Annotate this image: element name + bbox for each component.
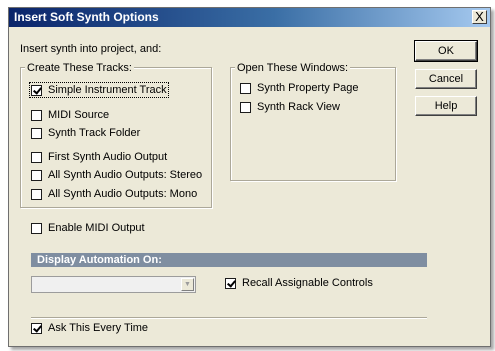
- checkbox-label: Ask This Every Time: [48, 322, 149, 334]
- checkbox-label: Simple Instrument Track: [48, 84, 167, 96]
- window-title: Insert Soft Synth Options: [14, 10, 159, 24]
- checkbox-recall-assignable-controls[interactable]: Recall Assignable Controls: [225, 277, 373, 289]
- checkbox-all-outputs-stereo[interactable]: All Synth Audio Outputs: Stereo: [31, 169, 202, 181]
- checkbox-box[interactable]: [31, 151, 42, 163]
- checkbox-first-synth-audio-output[interactable]: First Synth Audio Output: [31, 151, 167, 163]
- close-button[interactable]: X: [472, 10, 487, 24]
- checkbox-box[interactable]: [31, 84, 42, 96]
- checkbox-label: MIDI Source: [48, 109, 110, 121]
- help-button[interactable]: Help: [415, 96, 477, 116]
- checkbox-box[interactable]: [240, 101, 251, 113]
- checkbox-label: Synth Track Folder: [48, 127, 141, 139]
- checkbox-box[interactable]: [240, 82, 251, 94]
- checkbox-box[interactable]: [31, 188, 42, 200]
- checkbox-box[interactable]: [31, 169, 42, 181]
- open-windows-label: Open These Windows:: [235, 62, 351, 74]
- checkbox-label: First Synth Audio Output: [48, 151, 168, 163]
- close-icon: X: [475, 9, 484, 24]
- checkbox-synth-rack-view[interactable]: Synth Rack View: [240, 101, 340, 113]
- checkbox-label: Synth Property Page: [257, 82, 359, 94]
- checkbox-synth-track-folder[interactable]: Synth Track Folder: [31, 127, 140, 139]
- checkbox-label: Enable MIDI Output: [48, 222, 145, 234]
- display-automation-label: Display Automation On:: [37, 254, 162, 266]
- checkbox-midi-source[interactable]: MIDI Source: [31, 109, 109, 121]
- checkbox-label: Recall Assignable Controls: [242, 277, 373, 289]
- divider: [31, 317, 427, 319]
- display-automation-header: Display Automation On:: [31, 253, 427, 267]
- checkbox-box[interactable]: [31, 127, 42, 139]
- checkbox-label: All Synth Audio Outputs: Stereo: [48, 169, 203, 181]
- checkbox-label: All Synth Audio Outputs: Mono: [48, 188, 198, 200]
- checkbox-box[interactable]: [31, 109, 42, 121]
- checkbox-ask-every-time[interactable]: Ask This Every Time: [31, 322, 148, 334]
- create-tracks-label: Create These Tracks:: [25, 62, 134, 74]
- cancel-button[interactable]: Cancel: [415, 69, 477, 89]
- ok-button[interactable]: OK: [414, 40, 478, 62]
- checkbox-all-outputs-mono[interactable]: All Synth Audio Outputs: Mono: [31, 188, 197, 200]
- chevron-down-icon[interactable]: ▼: [181, 278, 194, 291]
- checkbox-box[interactable]: [225, 277, 236, 289]
- checkbox-simple-instrument-track[interactable]: Simple Instrument Track: [29, 82, 169, 98]
- intro-text: Insert synth into project, and:: [20, 43, 162, 55]
- checkbox-synth-property-page[interactable]: Synth Property Page: [240, 82, 359, 94]
- checkbox-box[interactable]: [31, 222, 42, 234]
- title-bar[interactable]: Insert Soft Synth Options X: [9, 8, 490, 27]
- checkbox-label: Synth Rack View: [257, 101, 340, 113]
- checkbox-box[interactable]: [31, 322, 42, 334]
- checkbox-enable-midi-output[interactable]: Enable MIDI Output: [31, 222, 145, 234]
- dialog-window: Insert Soft Synth Options X Insert synth…: [8, 7, 491, 347]
- automation-combo[interactable]: ▼: [31, 276, 196, 293]
